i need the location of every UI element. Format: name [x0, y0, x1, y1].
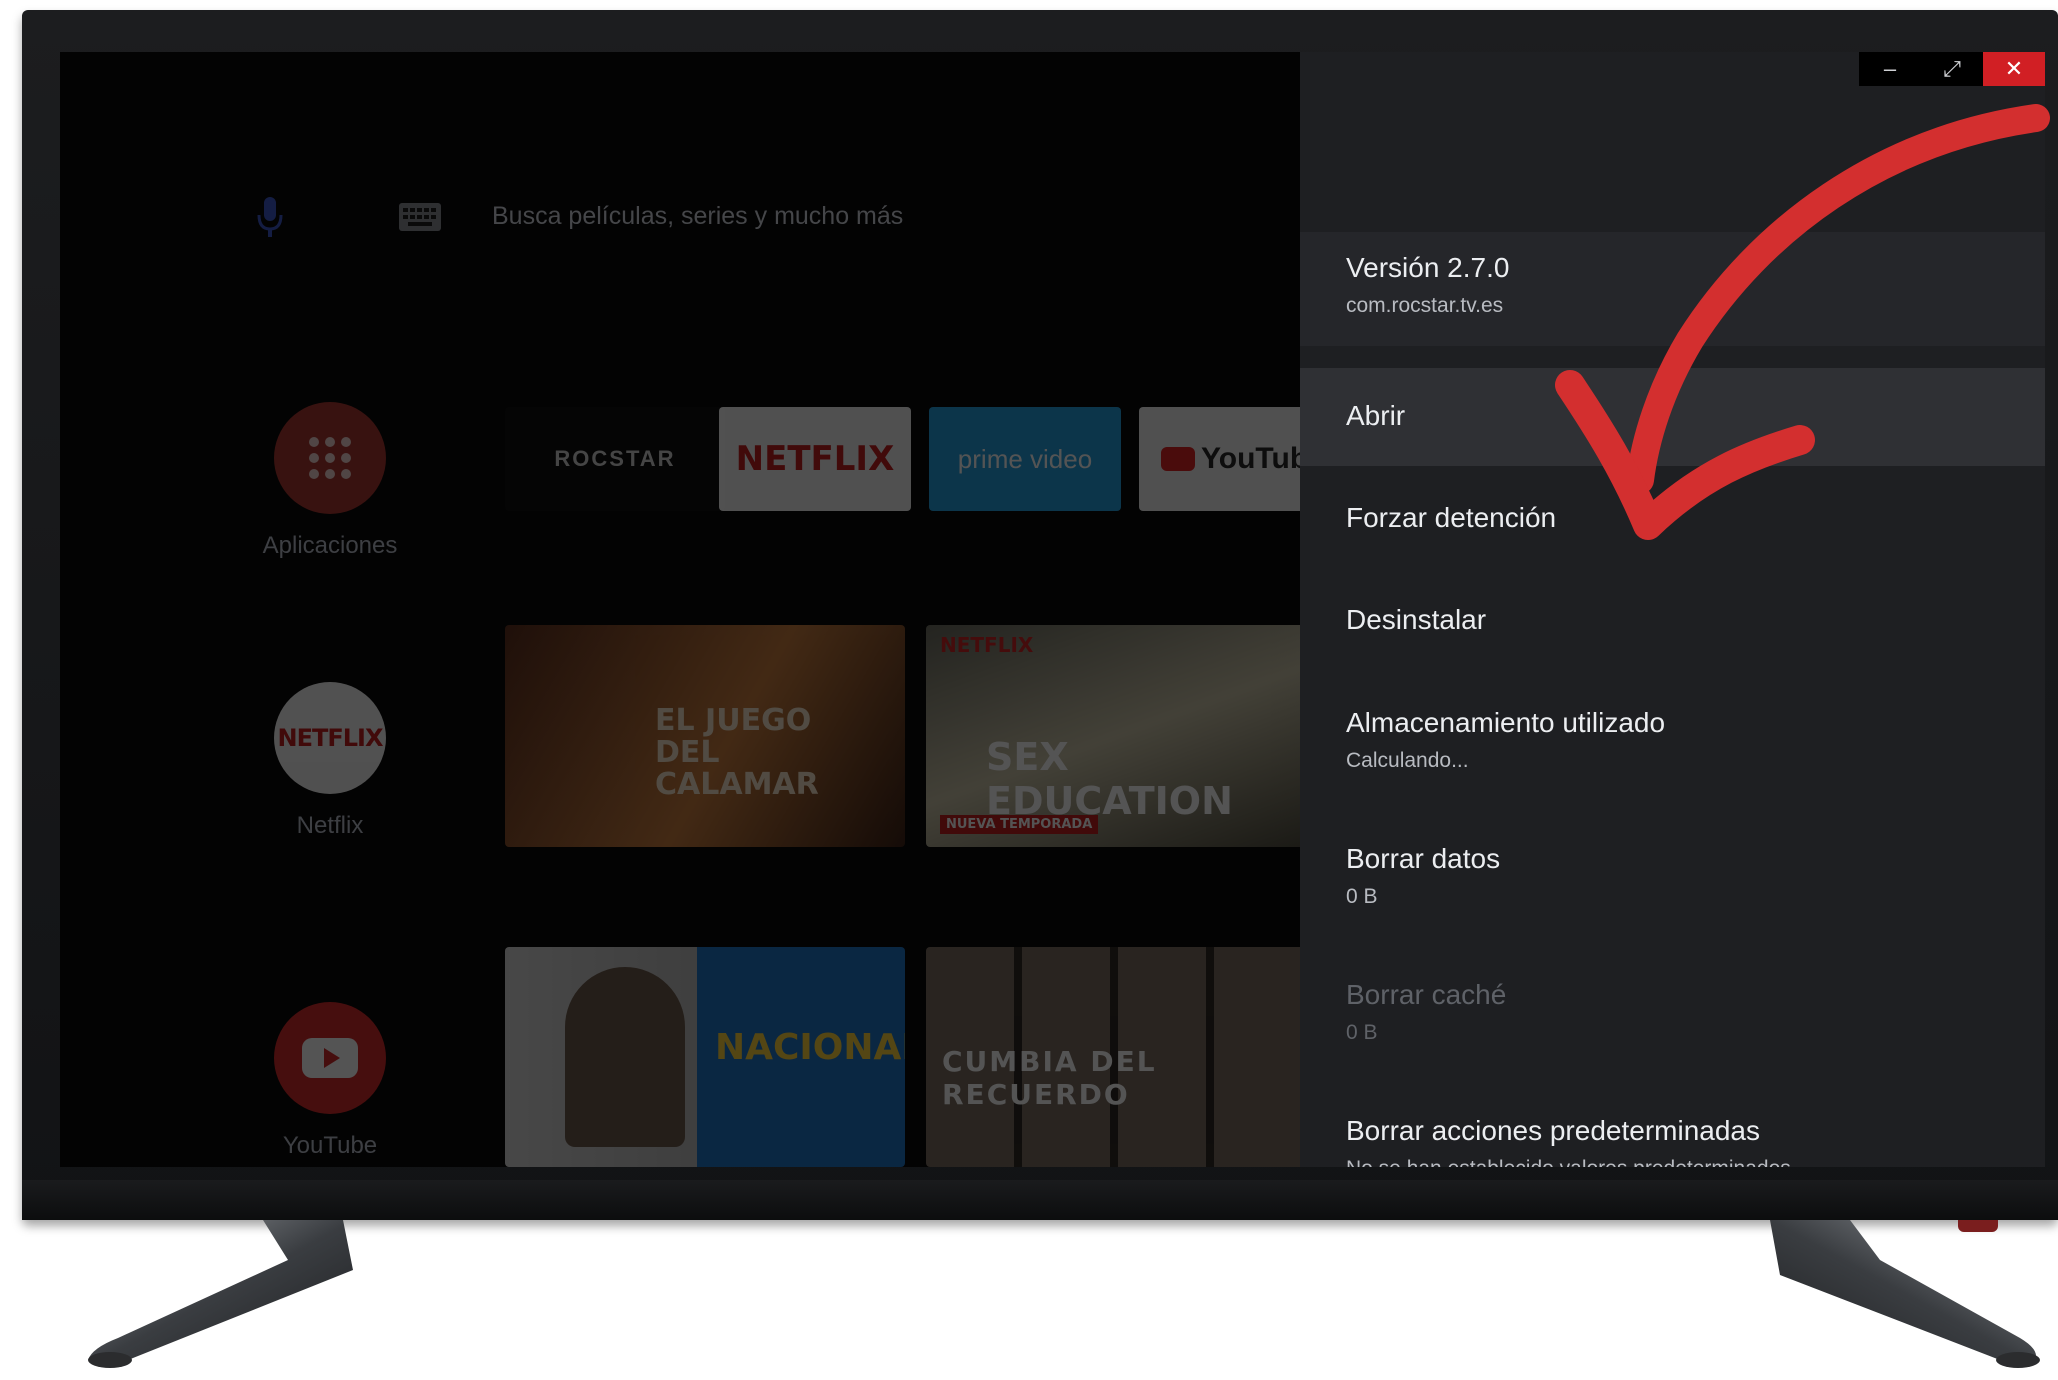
card-badge: NETFLIX [940, 633, 1034, 657]
sidebar-item-youtube[interactable]: YouTube [210, 1002, 450, 1160]
menu-item-title: Abrir [1346, 400, 1406, 431]
content-card[interactable]: EL JUEGO DEL CALAMAR [505, 625, 905, 847]
menu-item-clear-defaults[interactable]: Borrar acciones predeterminadas No se ha… [1300, 1093, 2045, 1167]
content-card[interactable]: NETFLIX SEX EDUCATION NUEVA TEMPORADA [926, 625, 1306, 847]
card-title: EL JUEGO DEL CALAMAR [655, 703, 819, 802]
tv-stand-right [1770, 1220, 2040, 1368]
channel-label: prime video [957, 443, 1093, 474]
keyboard-icon[interactable] [398, 202, 442, 232]
microphone-icon[interactable] [256, 197, 284, 237]
youtube-icon [1161, 447, 1195, 471]
window-controls: – ⤢ ✕ [1859, 52, 2045, 86]
youtube-icon [274, 1002, 386, 1114]
menu-item-clear-cache: Borrar caché 0 B [1300, 957, 2045, 1077]
menu-item-title: Borrar acciones predeterminadas [1346, 1115, 1760, 1146]
sidebar-item-apps[interactable]: Aplicaciones [210, 402, 450, 560]
netflix-icon: NETFLIX [274, 682, 386, 794]
menu-item-open[interactable]: Abrir [1300, 368, 2045, 466]
channel-label: ROCSTAR [554, 446, 676, 471]
channel-label: NETFLIX [735, 439, 895, 479]
menu-item-uninstall[interactable]: Desinstalar [1300, 568, 2045, 668]
close-button[interactable]: ✕ [1983, 52, 2045, 86]
close-icon: ✕ [2004, 56, 2024, 81]
menu-item-title: Desinstalar [1346, 604, 1487, 635]
menu-item-subtitle: 0 B [1346, 1021, 1378, 1044]
card-subtitle: NUEVA TEMPORADA [940, 815, 1099, 834]
netflix-logo-text: NETFLIX [277, 724, 384, 752]
content-card[interactable]: NACIONAL [505, 947, 905, 1167]
menu-item-title: Forzar detención [1346, 502, 1557, 533]
minimize-button[interactable]: – [1859, 52, 1921, 86]
sidebar-item-netflix[interactable]: NETFLIX Netflix [210, 682, 450, 840]
channel-tile-netflix[interactable]: NETFLIX [719, 407, 911, 511]
package-name: com.rocstar.tv.es [1346, 294, 1504, 317]
menu-item-force-stop[interactable]: Forzar detención [1300, 466, 2045, 566]
apps-grid-icon [274, 402, 386, 514]
maximize-icon: ⤢ [1943, 56, 1961, 81]
app-info-panel: – ⤢ ✕ Versión 2.7.0 com.rocstar.tv.es Ab… [1300, 52, 2045, 1167]
content-card[interactable]: CUMBIA DEL RECUERDO [926, 947, 1306, 1167]
card-title: SEX EDUCATION [986, 735, 1233, 823]
tv-screen: Busca películas, series y mucho más Apli… [60, 52, 2045, 1167]
tv-bottom-edge [22, 1180, 2058, 1220]
menu-item-subtitle: No se han establecido valores predetermi… [1346, 1157, 2045, 1167]
launcher-background: Busca películas, series y mucho más Apli… [60, 52, 1331, 1167]
menu-item-title: Borrar datos [1346, 843, 1501, 874]
menu-item-title: Almacenamiento utilizado [1346, 707, 1666, 738]
search-input[interactable]: Busca películas, series y mucho más [492, 202, 903, 231]
menu-item-subtitle: 0 B [1346, 885, 1378, 908]
menu-item-subtitle: Calculando... [1346, 749, 1469, 772]
channel-tile-rocstar[interactable]: ROCSTAR [505, 407, 725, 511]
channel-tile-prime-video[interactable]: prime video [929, 407, 1121, 511]
app-label: Netflix [296, 812, 364, 839]
menu-item-storage-used[interactable]: Almacenamiento utilizado Calculando... [1300, 685, 2045, 805]
minimize-icon: – [1883, 56, 1897, 81]
app-version-header: Versión 2.7.0 com.rocstar.tv.es [1300, 232, 2045, 346]
person-thumbnail [565, 967, 685, 1147]
version-label: Versión 2.7.0 [1346, 252, 1510, 283]
menu-item-clear-data[interactable]: Borrar datos 0 B [1300, 821, 2045, 941]
app-label: YouTube [282, 1132, 378, 1159]
tv-stand-left [88, 1220, 353, 1368]
card-title: NACIONAL [715, 1027, 905, 1068]
card-title: CUMBIA DEL RECUERDO [942, 1045, 1157, 1111]
app-label: Aplicaciones [262, 532, 398, 559]
maximize-button[interactable]: ⤢ [1921, 52, 1983, 86]
menu-item-title: Borrar caché [1346, 979, 1507, 1010]
